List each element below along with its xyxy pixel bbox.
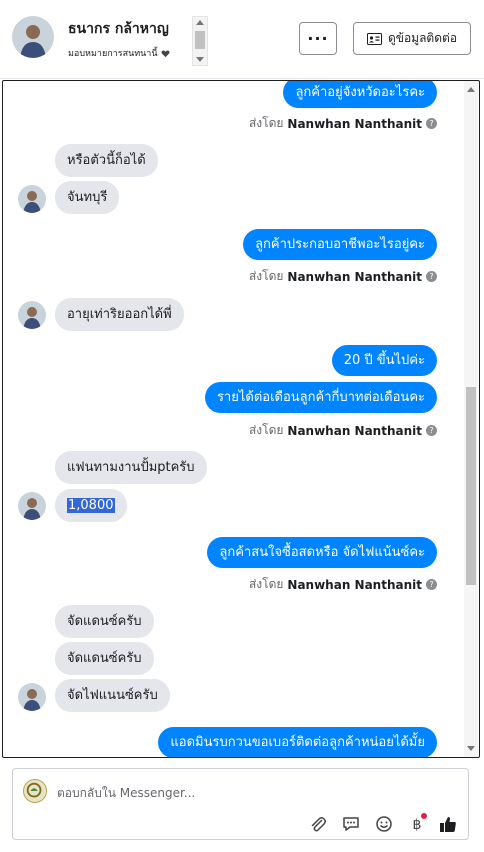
sent-by-prefix: ส่งโดย [248, 577, 284, 591]
thumbs-up-icon [440, 817, 456, 832]
sender-name: Nanwhan Nanthanit [287, 116, 422, 131]
outgoing-message[interactable]: ลูกค้าประกอบอาชีพอะไรอยู่คะ [243, 229, 437, 260]
incoming-message[interactable]: จัดแดนซ์ครับ [55, 605, 154, 638]
customer-avatar-small [18, 301, 46, 329]
sent-by-line: ส่งโดย Nanwhan Nanthanit ? [249, 575, 437, 594]
header-scrollbar[interactable] [192, 16, 208, 66]
sent-by-line: ส่งโดย Nanwhan Nanthanit ? [249, 267, 437, 286]
heart-icon [161, 50, 169, 57]
outgoing-message[interactable]: ลูกค้าสนใจซื้อสดหรือ จัดไฟแน้นซ์คะ [207, 537, 437, 568]
scroll-thumb[interactable] [195, 31, 205, 49]
incoming-message[interactable]: 1,0800 [55, 489, 127, 522]
help-icon[interactable]: ? [426, 118, 437, 129]
customer-avatar-small [18, 185, 46, 213]
conversation-header: ธนากร กล้าหาญ มอบหมายการสนทนานี้ ··· ดูข… [0, 0, 484, 79]
customer-name: ธนากร กล้าหาญ [68, 21, 169, 37]
page-avatar [23, 779, 47, 803]
incoming-message[interactable]: แฟนทามงานปั้มptครับ [55, 451, 207, 484]
sender-name: Nanwhan Nanthanit [287, 423, 422, 438]
reply-input[interactable]: ตอบกลับใน Messenger... [57, 784, 195, 803]
outgoing-message[interactable]: แอดมินรบกวนขอเบอร์ติดต่อลูกค้าหน่อยได้มั… [158, 727, 437, 757]
help-icon[interactable]: ? [426, 425, 437, 436]
view-contact-label: ดูข้อมูลติดต่อ [387, 31, 458, 45]
thread-scrollbar[interactable] [464, 81, 478, 757]
customer-avatar[interactable] [12, 16, 54, 58]
assign-label: มอบหมายการสนทนานี้ [68, 49, 158, 59]
selected-text[interactable]: 1,0800 [67, 498, 115, 513]
emoji-icon [376, 816, 392, 832]
saved-replies-button[interactable] [340, 813, 362, 835]
contact-card-icon [366, 32, 382, 45]
scroll-up-icon[interactable] [467, 87, 475, 92]
incoming-message[interactable]: จันทบุรี [55, 181, 120, 214]
attachment-button[interactable] [307, 813, 329, 835]
incoming-message[interactable]: อายุเท่าริยออกได้พี่ [55, 298, 184, 331]
svg-text:฿: ฿ [413, 817, 422, 833]
message-icon [343, 817, 359, 831]
sent-by-prefix: ส่งโดย [248, 423, 284, 437]
scroll-down-icon[interactable] [196, 57, 204, 62]
help-icon[interactable]: ? [426, 579, 437, 590]
outgoing-message[interactable]: ลูกค้าอยู่จังหวัดอะไรคะ [283, 81, 437, 108]
more-icon: ··· [307, 29, 329, 48]
sent-by-line: ส่งโดย Nanwhan Nanthanit ? [249, 114, 437, 133]
help-icon[interactable]: ? [426, 271, 437, 282]
emoji-button[interactable] [373, 813, 395, 835]
incoming-message[interactable]: จัดไฟแนนซ์ครับ [55, 679, 170, 712]
sent-by-prefix: ส่งโดย [248, 116, 284, 130]
message-thread[interactable]: ลูกค้าอยู่จังหวัดอะไรคะ ส่งโดย Nanwhan N… [2, 80, 480, 758]
attachment-icon [311, 817, 326, 832]
assign-conversation[interactable]: มอบหมายการสนทนานี้ [68, 46, 170, 60]
more-button[interactable]: ··· [299, 22, 337, 55]
customer-avatar-small [18, 492, 46, 520]
outgoing-message[interactable]: รายได้ต่อเดือนลูกค้ากี่บาทต่อเดือนคะ [204, 382, 437, 413]
outgoing-message[interactable]: 20 ปี ขึ้นไปค่ะ [331, 345, 437, 376]
scroll-up-icon[interactable] [196, 20, 204, 25]
customer-avatar-small [18, 683, 46, 711]
sender-name: Nanwhan Nanthanit [287, 577, 422, 592]
sent-by-line: ส่งโดย Nanwhan Nanthanit ? [249, 421, 437, 440]
sent-by-prefix: ส่งโดย [248, 269, 284, 283]
notification-dot [421, 813, 427, 819]
sender-name: Nanwhan Nanthanit [287, 269, 422, 284]
incoming-message[interactable]: หรือตัวนี้ก็อได้ [55, 144, 158, 177]
scroll-thumb[interactable] [466, 387, 476, 585]
like-button[interactable] [437, 813, 459, 835]
scroll-down-icon[interactable] [467, 746, 475, 751]
incoming-message[interactable]: จัดแดนซ์ครับ [55, 642, 154, 675]
reply-composer[interactable]: ตอบกลับใน Messenger... ฿ [12, 768, 469, 840]
payment-button[interactable]: ฿ [406, 813, 428, 835]
view-contact-button[interactable]: ดูข้อมูลติดต่อ [353, 22, 471, 55]
